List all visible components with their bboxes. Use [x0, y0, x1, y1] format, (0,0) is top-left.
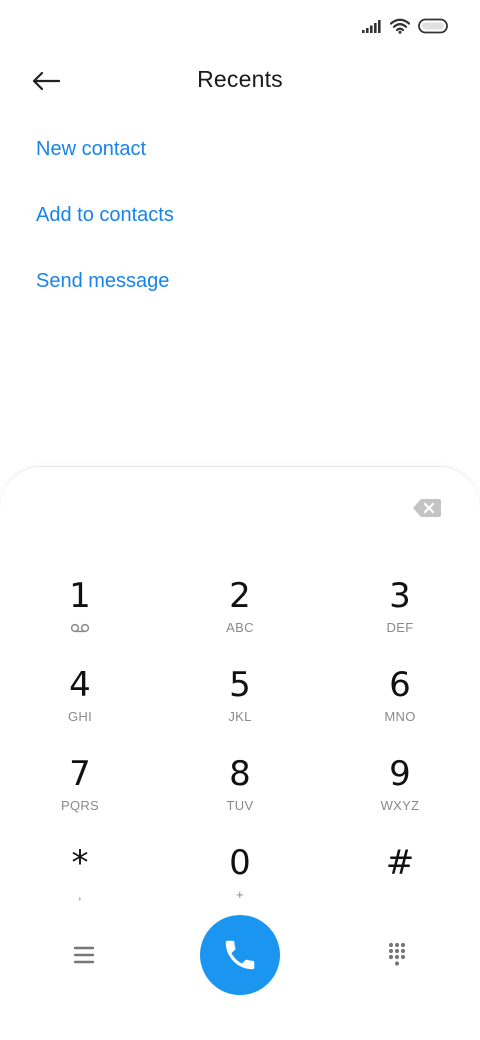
battery-icon — [418, 18, 448, 34]
status-icons — [362, 18, 450, 34]
voicemail-icon — [70, 619, 90, 637]
actions-list: New contact Add to contacts Send message — [36, 116, 174, 314]
keypad-toggle-button[interactable] — [381, 939, 413, 971]
menu-icon — [73, 946, 95, 964]
key-letters: ABC — [226, 620, 254, 635]
key-1[interactable]: 1 — [0, 573, 160, 662]
send-message-link[interactable]: Send message — [36, 248, 174, 314]
key-digit: # — [385, 843, 415, 883]
keypad-grid: 1 2 ABC 3 DEF 4 GHI 5 JKL 6 MNO 7 PQRS 8… — [0, 573, 480, 929]
phone-screen: Recents New contact Add to contacts Send… — [0, 0, 480, 1040]
status-bar — [0, 0, 480, 56]
backspace-icon — [413, 499, 441, 517]
key-letters: PQRS — [60, 798, 100, 813]
key-letters: TUV — [226, 798, 254, 813]
key-digit: 3 — [389, 576, 411, 616]
menu-button[interactable] — [68, 939, 100, 971]
header: Recents — [0, 56, 480, 108]
key-4[interactable]: 4 GHI — [0, 662, 160, 751]
key-letters: WXYZ — [380, 798, 420, 813]
page-title: Recents — [197, 66, 283, 92]
backspace-button[interactable] — [412, 497, 442, 519]
add-to-contacts-link[interactable]: Add to contacts — [36, 182, 174, 248]
key-digit: 8 — [229, 754, 251, 794]
key-digit: 9 — [389, 754, 411, 794]
dialer-bottom-bar — [0, 915, 480, 995]
key-digit: 6 — [389, 665, 411, 705]
key-letters: JKL — [228, 709, 252, 724]
key-letters: , — [78, 887, 82, 902]
key-9[interactable]: 9 WXYZ — [320, 751, 480, 840]
key-digit: 4 — [69, 665, 91, 705]
new-contact-link[interactable]: New contact — [36, 116, 174, 182]
key-letters: + — [236, 887, 244, 902]
key-letters: MNO — [384, 709, 416, 724]
signal-icon — [362, 20, 381, 33]
key-6[interactable]: 6 MNO — [320, 662, 480, 751]
key-digit: 0 — [229, 843, 251, 883]
key-2[interactable]: 2 ABC — [160, 573, 320, 662]
key-5[interactable]: 5 JKL — [160, 662, 320, 751]
key-3[interactable]: 3 DEF — [320, 573, 480, 662]
dialpad-panel: 1 2 ABC 3 DEF 4 GHI 5 JKL 6 MNO 7 PQRS 8… — [0, 466, 480, 1040]
key-digit: 5 — [229, 665, 251, 705]
key-8[interactable]: 8 TUV — [160, 751, 320, 840]
key-digit: 2 — [229, 576, 251, 616]
call-button[interactable] — [200, 915, 280, 995]
dialpad-icon — [388, 942, 406, 966]
key-letters: DEF — [386, 620, 414, 635]
key-7[interactable]: 7 PQRS — [0, 751, 160, 840]
wifi-icon — [390, 18, 410, 34]
key-letters: GHI — [67, 709, 92, 724]
key-digit: 7 — [69, 754, 91, 794]
key-digit: 1 — [69, 576, 91, 616]
key-digit: * — [71, 843, 89, 883]
phone-icon — [225, 940, 255, 970]
